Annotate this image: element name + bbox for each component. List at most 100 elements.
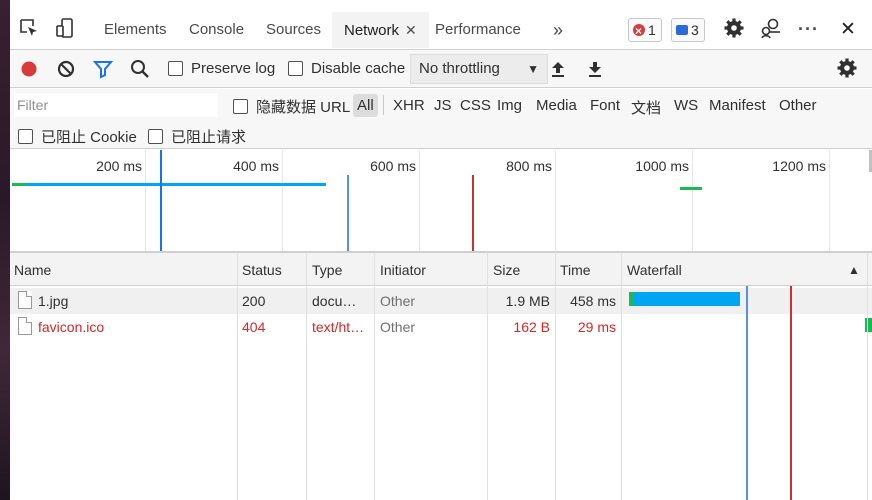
checkbox-box[interactable]: [148, 129, 163, 144]
column-divider[interactable]: [555, 252, 556, 500]
clear-button[interactable]: [55, 58, 77, 80]
disable-cache-checkbox[interactable]: Disable cache: [288, 60, 405, 77]
column-header-status[interactable]: Status: [242, 262, 282, 278]
desktop-background-edge: [0, 0, 10, 500]
blocked-requests-checkbox[interactable]: 已阻止请求: [148, 126, 246, 147]
filter-funnel-icon: [92, 61, 114, 79]
request-name[interactable]: 1.jpg: [38, 293, 68, 309]
column-header-size[interactable]: Size: [493, 262, 520, 278]
column-header-time[interactable]: Time: [560, 262, 591, 278]
filter-type-all[interactable]: All: [353, 94, 378, 117]
throttling-select[interactable]: No throttling ▼: [410, 54, 548, 84]
filter-toggle-button[interactable]: [92, 58, 114, 80]
throttling-value: No throttling: [419, 60, 500, 77]
request-name[interactable]: favicon.ico: [38, 319, 104, 335]
inspect-element-icon[interactable]: [18, 17, 40, 39]
checkbox-box[interactable]: [18, 129, 33, 144]
column-divider[interactable]: [487, 252, 488, 500]
search-icon: [131, 60, 145, 74]
overview-tick-label: 800 ms: [506, 158, 552, 174]
tab-performance[interactable]: Performance: [423, 12, 533, 48]
overview-request-bar-download: [26, 183, 326, 186]
request-initiator: Other: [380, 293, 416, 309]
request-size: 162 B: [513, 319, 550, 335]
settings-gear-icon[interactable]: [723, 17, 745, 39]
checkbox-box[interactable]: [233, 99, 248, 114]
blocked-cookies-checkbox[interactable]: 已阻止 Cookie: [18, 126, 137, 147]
upload-icon: [552, 62, 564, 73]
filter-divider: [383, 95, 384, 115]
filter-input[interactable]: [14, 93, 218, 117]
sort-ascending-icon[interactable]: ▲: [848, 263, 860, 277]
column-header-waterfall[interactable]: Waterfall: [627, 262, 682, 278]
overview-gridline: [692, 150, 693, 251]
tab-console[interactable]: Console: [177, 12, 256, 48]
more-options-button[interactable]: ···: [786, 11, 831, 47]
more-tabs-button[interactable]: »: [541, 12, 575, 48]
document-file-icon: [18, 317, 32, 335]
overview-gridline: [419, 150, 420, 251]
device-emulation-icon[interactable]: [54, 17, 76, 39]
messages-badge[interactable]: 3: [671, 18, 705, 42]
waterfall-bar-download[interactable]: [633, 292, 740, 306]
filter-type-doc[interactable]: 文档: [631, 97, 661, 118]
waterfall-load-line: [790, 286, 792, 500]
column-header-type[interactable]: Type: [312, 262, 342, 278]
tab-elements[interactable]: Elements: [92, 12, 179, 48]
checkbox-box[interactable]: [168, 61, 183, 76]
import-har-button[interactable]: [547, 58, 569, 80]
overview-tick-label: 600 ms: [370, 158, 416, 174]
request-type: docu…: [312, 293, 357, 309]
filter-type-xhr[interactable]: XHR: [393, 97, 425, 114]
overview-request-bar-favicon: [680, 187, 702, 190]
filter-type-ws[interactable]: WS: [674, 97, 698, 114]
close-devtools-button[interactable]: ✕: [828, 12, 868, 48]
overview-request-bar-waiting: [12, 183, 26, 186]
column-header-initiator[interactable]: Initiator: [380, 262, 426, 278]
request-time: 458 ms: [570, 293, 616, 309]
close-tab-icon[interactable]: ✕: [405, 22, 417, 38]
column-header-name[interactable]: Name: [14, 262, 51, 278]
export-har-button[interactable]: [584, 58, 606, 80]
filter-type-img[interactable]: Img: [497, 97, 522, 114]
overview-gridline: [829, 150, 830, 251]
hide-data-urls-checkbox[interactable]: 隐藏数据 URL: [233, 96, 350, 117]
preserve-log-checkbox[interactable]: Preserve log: [168, 60, 275, 77]
search-button[interactable]: [129, 58, 151, 80]
timeline-overview[interactable]: 200 ms 400 ms 600 ms 800 ms 1000 ms 1200…: [10, 150, 872, 252]
overview-current-time-marker[interactable]: [160, 150, 162, 251]
table-row[interactable]: 1.jpg 200 docu… Other 1.9 MB 458 ms: [10, 288, 872, 314]
network-settings-button[interactable]: [836, 57, 858, 79]
errors-badge[interactable]: 1: [628, 18, 662, 42]
overview-tick-label: 200 ms: [96, 158, 142, 174]
filter-type-css[interactable]: CSS: [460, 97, 491, 114]
hide-data-urls-label: 隐藏数据 URL: [256, 99, 351, 116]
remote-devices-icon[interactable]: [760, 17, 782, 39]
record-button[interactable]: [18, 58, 40, 80]
overview-gridline: [282, 150, 283, 251]
request-size: 1.9 MB: [505, 293, 550, 309]
filter-type-font[interactable]: Font: [590, 97, 620, 114]
filter-type-js[interactable]: JS: [434, 97, 452, 114]
request-status: 404: [242, 319, 266, 335]
overview-tick-label: 1000 ms: [635, 158, 689, 174]
request-time: 29 ms: [577, 319, 616, 335]
table-row[interactable]: favicon.ico 404 text/ht… Other 162 B 29 …: [10, 314, 872, 340]
tab-network[interactable]: Network ✕: [332, 12, 429, 48]
devtools-panel: Elements Console Sources Network ✕ Perfor…: [10, 0, 872, 500]
filter-type-media[interactable]: Media: [536, 97, 577, 114]
filter-type-manifest[interactable]: Manifest: [709, 97, 766, 114]
table-header: Name Status Type Initiator Size Time Wat…: [10, 252, 872, 286]
column-divider[interactable]: [867, 252, 868, 500]
filter-type-other[interactable]: Other: [779, 97, 817, 114]
blocked-cookies-label: 已阻止 Cookie: [41, 129, 137, 146]
overview-tick-label: 400 ms: [233, 158, 279, 174]
tab-sources[interactable]: Sources: [254, 12, 333, 48]
checkbox-box[interactable]: [288, 61, 303, 76]
error-icon: [633, 20, 645, 42]
column-divider[interactable]: [621, 252, 622, 500]
waterfall-domcontentloaded-line: [746, 286, 748, 500]
column-divider[interactable]: [237, 252, 238, 500]
column-divider[interactable]: [374, 252, 375, 500]
column-divider[interactable]: [306, 252, 307, 500]
